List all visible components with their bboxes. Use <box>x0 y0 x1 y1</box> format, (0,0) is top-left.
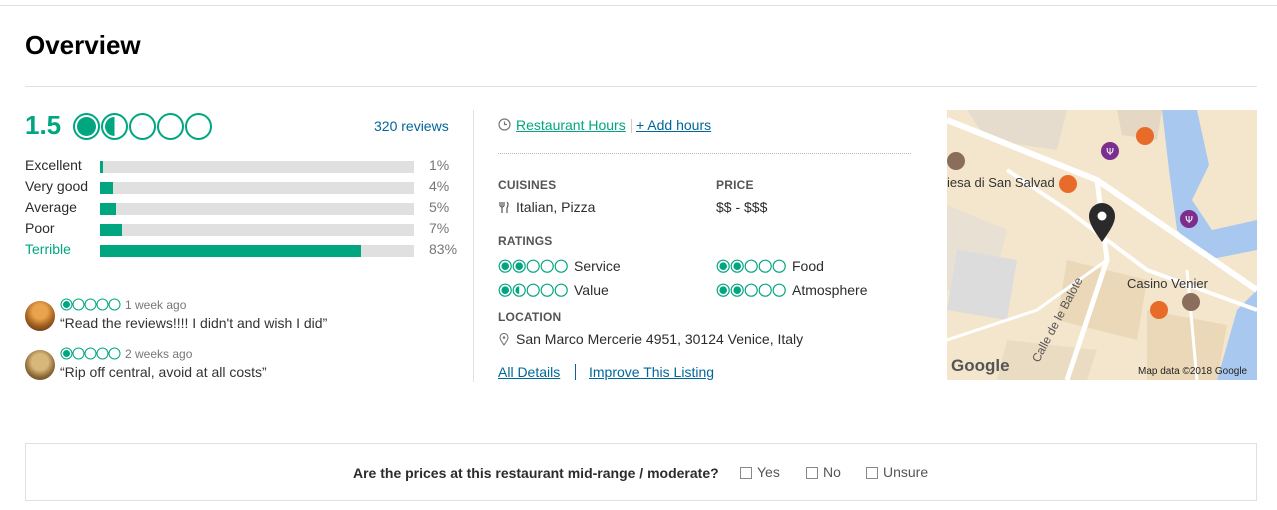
histogram-label: Average <box>25 199 77 215</box>
rating-bubbles <box>73 113 212 140</box>
cuisines-value: Italian, Pizza <box>516 199 596 215</box>
reviews-count-link[interactable]: 320 reviews <box>374 118 449 134</box>
histogram-label: Very good <box>25 178 89 194</box>
histogram-row[interactable]: Terrible 83% <box>25 241 458 259</box>
review-quote[interactable]: “Rip off central, avoid at all costs” <box>60 364 267 380</box>
map-canvas: Ψ Ψ <box>947 110 1257 380</box>
restaurant-hours-link[interactable]: Restaurant Hours <box>516 117 626 133</box>
histogram-percent: 5% <box>429 199 450 215</box>
review-snippet[interactable]: 2 weeks ago “Rip off central, avoid at al… <box>25 347 455 390</box>
sub-rating-label: Atmosphere <box>792 282 868 298</box>
histogram-percent: 7% <box>429 220 450 236</box>
map-label-church: iesa di San Salvad <box>947 175 1055 190</box>
histogram-row[interactable]: Poor 7% <box>25 220 455 238</box>
review-date: 2 weeks ago <box>125 347 193 361</box>
page-title: Overview <box>25 30 141 60</box>
avatar[interactable] <box>25 350 55 380</box>
histogram-label: Poor <box>25 220 55 236</box>
sub-rating-bubbles <box>716 259 786 273</box>
ratings-label: RATINGS <box>498 234 553 248</box>
histogram-bar-fill <box>100 224 122 236</box>
histogram-bar <box>100 224 414 236</box>
histogram-row[interactable]: Very good 4% <box>25 178 455 196</box>
sub-rating-bubbles <box>498 283 568 297</box>
histogram-bar-fill <box>100 182 113 194</box>
unsure-checkbox[interactable] <box>866 467 878 479</box>
sub-rating-label: Value <box>574 282 609 298</box>
dotted-divider <box>498 153 911 154</box>
histogram-bar-fill <box>100 161 104 173</box>
section-divider <box>25 86 1257 87</box>
map-credit: Map data ©2018 Google <box>1138 366 1248 377</box>
histogram-label: Terrible <box>25 241 71 257</box>
no-label: No <box>823 464 841 480</box>
all-details-link[interactable]: All Details <box>498 364 560 380</box>
rating-score: 1.5 <box>25 110 62 140</box>
histogram-row[interactable]: Average 5% <box>25 199 455 217</box>
yes-label: Yes <box>757 464 780 480</box>
review-bubbles <box>60 298 121 311</box>
fork-knife-icon <box>499 201 509 213</box>
price-question-text: Are the prices at this restaurant mid-ra… <box>353 465 719 481</box>
avatar[interactable] <box>25 301 55 331</box>
histogram-bar <box>100 203 414 215</box>
histogram-bar-fill <box>100 203 116 215</box>
histogram-percent: 1% <box>429 157 450 173</box>
location-map[interactable]: Ψ Ψ iesa di San Salvad Casino Venier Cal… <box>947 110 1257 380</box>
price-question-box: Are the prices at this restaurant mid-ra… <box>25 443 1257 501</box>
review-snippet[interactable]: 1 week ago “Read the reviews!!!! I didn't… <box>25 298 455 341</box>
map-label-casino: Casino Venier <box>1127 276 1208 291</box>
links-divider <box>575 364 576 380</box>
cuisines-label: CUISINES <box>498 178 557 192</box>
svg-text:Ψ: Ψ <box>1106 147 1114 158</box>
histogram-bar-fill <box>100 245 361 257</box>
location-value: San Marco Mercerie 4951, 30124 Venice, I… <box>516 331 804 347</box>
clock-icon <box>498 118 511 131</box>
sub-rating-bubbles <box>498 259 568 273</box>
histogram-bar <box>100 245 414 257</box>
unsure-label: Unsure <box>883 464 929 480</box>
location-label: LOCATION <box>498 310 562 324</box>
sub-rating-bubbles <box>716 283 786 297</box>
sub-rating-label: Service <box>574 258 621 274</box>
histogram-percent: 83% <box>429 241 458 257</box>
histogram-bar <box>100 161 414 173</box>
location-pin-icon <box>499 333 509 346</box>
review-bubbles <box>60 347 121 360</box>
top-divider <box>0 5 1277 6</box>
histogram-row[interactable]: Excellent 1% <box>25 157 455 175</box>
price-label: PRICE <box>716 178 754 192</box>
column-divider <box>473 110 474 382</box>
yes-checkbox[interactable] <box>740 467 752 479</box>
review-date: 1 week ago <box>125 298 187 312</box>
improve-listing-link[interactable]: Improve This Listing <box>589 364 714 380</box>
svg-text:Ψ: Ψ <box>1185 215 1193 226</box>
no-checkbox[interactable] <box>806 467 818 479</box>
histogram-bar <box>100 182 414 194</box>
add-hours-link[interactable]: + Add hours <box>636 117 711 133</box>
sub-rating-label: Food <box>792 258 824 274</box>
price-value: $$ - $$$ <box>716 199 768 215</box>
histogram-percent: 4% <box>429 178 450 194</box>
histogram-label: Excellent <box>25 157 82 173</box>
hours-divider <box>631 119 632 133</box>
google-logo: Google <box>951 356 1010 375</box>
review-quote[interactable]: “Read the reviews!!!! I didn't and wish … <box>60 315 327 331</box>
